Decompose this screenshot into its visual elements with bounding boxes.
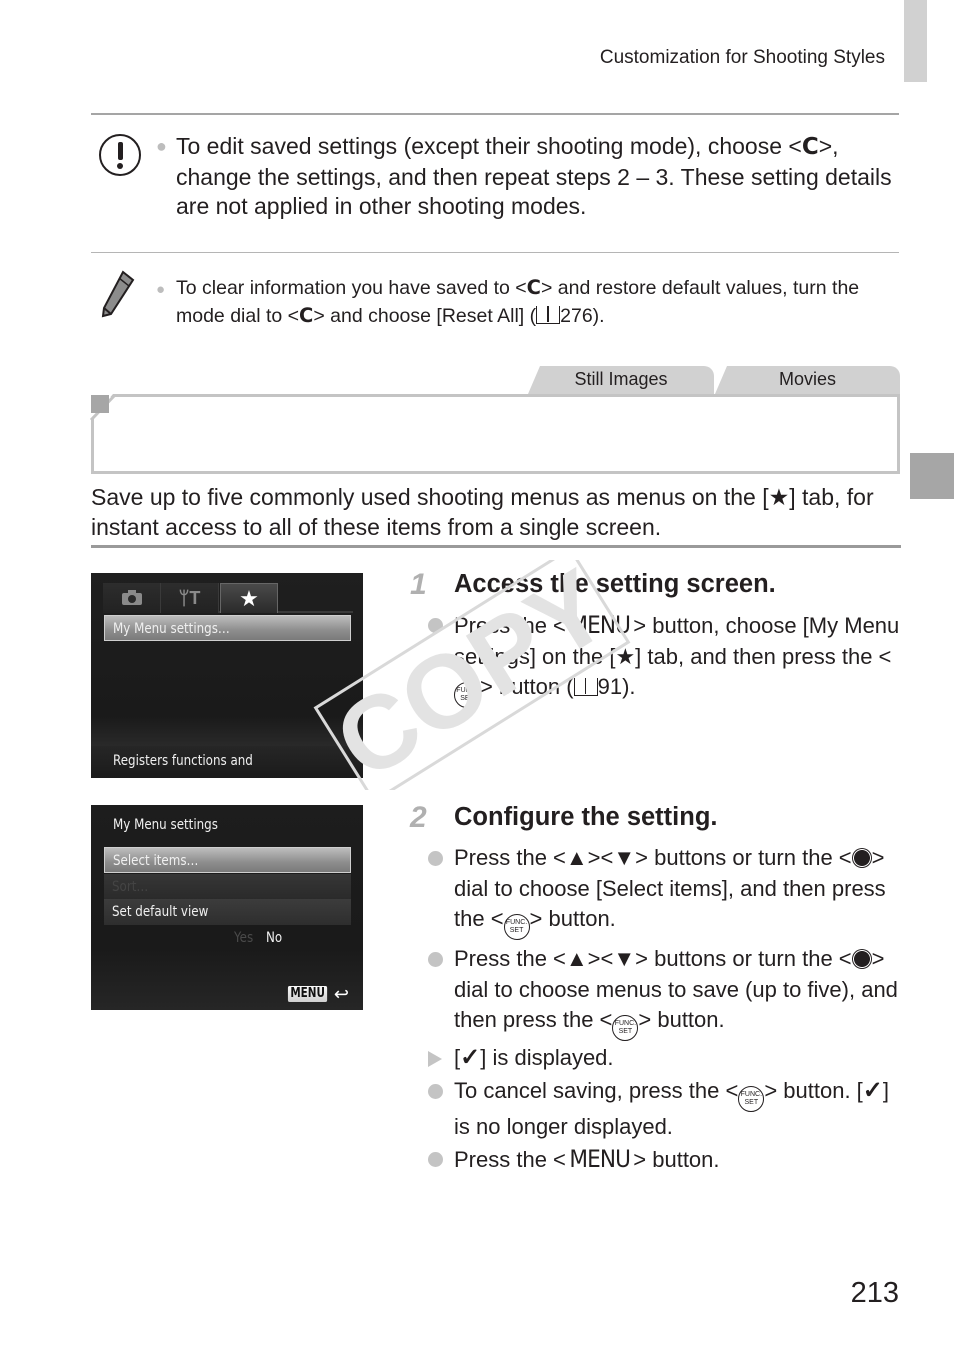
caution-text: ● To edit saved settings (except their s… — [156, 133, 892, 219]
step-number: 1 — [410, 568, 427, 601]
divider-rule — [91, 252, 899, 253]
list-item: Press the <▲><▼> buttons or turn the < > … — [428, 944, 904, 1041]
menu-item-sort: Sort… — [104, 874, 351, 900]
step-number: 2 — [410, 801, 427, 834]
book-reference-icon — [573, 678, 598, 696]
control-dial-icon — [851, 848, 872, 868]
func-set-button-icon: FUNC. SET — [454, 682, 480, 708]
header-rule — [91, 113, 899, 115]
section-heading-box — [91, 394, 900, 474]
back-arrow-icon: ↩ — [333, 984, 349, 1004]
tab-still-images: Still Images — [528, 366, 714, 394]
tools-icon: ᛘT — [161, 583, 219, 613]
chapter-index-tab — [910, 453, 954, 499]
up-arrow-icon: ▲ — [565, 946, 588, 971]
page-reference[interactable]: 91 — [598, 674, 622, 699]
bullet-dot: ● — [156, 136, 167, 156]
list-item: Press the < MENU > button, choose [My Menu… — [428, 610, 904, 708]
bullet-icon — [428, 1152, 443, 1167]
custom-mode-c-icon: C — [299, 304, 314, 327]
section-marker — [91, 395, 109, 413]
screen-title: My Menu settings — [113, 817, 218, 833]
page-number: 213 — [850, 1277, 899, 1309]
running-head: Customization for Shooting Styles — [599, 47, 885, 68]
func-set-button-icon: FUNC. SET — [612, 1015, 639, 1041]
checkmark-icon: ✓ — [862, 1076, 883, 1104]
list-item: To cancel saving, press the < FUNC. SET > b… — [428, 1076, 904, 1143]
bullet-icon — [428, 851, 443, 866]
tab-movies: Movies — [715, 366, 900, 394]
camera-icon — [103, 583, 161, 613]
page-reference[interactable]: 276 — [560, 305, 593, 327]
menu-item-select-items[interactable]: Select items… — [104, 847, 351, 873]
custom-mode-c-icon: C — [801, 134, 819, 160]
intro-rule — [91, 545, 901, 548]
bullet-icon — [428, 618, 443, 633]
help-text: Registers functions and — [91, 746, 363, 778]
star-tab-icon: ★ — [615, 643, 636, 669]
step-body: Press the <▲><▼> buttons or turn the < > … — [428, 843, 904, 1176]
func-set-button-icon: FUNC. SET — [503, 914, 530, 940]
down-arrow-icon: ▼ — [613, 845, 636, 870]
step-title: Configure the setting. — [454, 803, 718, 831]
pencil-icon — [101, 270, 135, 318]
control-dial-icon — [851, 949, 872, 969]
menu-button-icon: MENU — [569, 611, 631, 639]
chapter-edge-tab — [904, 0, 927, 82]
bullet-icon — [428, 952, 443, 967]
option-no[interactable]: No — [266, 925, 282, 951]
step-title: Access the setting screen. — [454, 570, 776, 598]
menu-button-icon: MENU — [569, 1145, 631, 1173]
menu-item-set-default-view[interactable]: Set default view Yes No — [104, 899, 351, 946]
custom-mode-c-icon: C — [526, 276, 541, 299]
option-yes[interactable]: Yes — [234, 925, 253, 951]
list-item-result: [✓] is displayed. — [428, 1043, 904, 1074]
menu-back-hint[interactable]: MENU ↩ — [283, 984, 349, 1004]
menu-item-my-menu-settings[interactable]: My Menu settings… — [104, 615, 351, 641]
book-reference-icon — [536, 306, 561, 324]
caution-exclamation-icon — [99, 134, 141, 176]
bullet-icon — [428, 1083, 443, 1099]
camera-screen-menu: ᛘT ★ My Menu settings… Registers functio… — [91, 573, 363, 778]
list-item: Press the <▲><▼> buttons or turn the < > … — [428, 843, 904, 940]
step-body: Press the < MENU > button, choose [My Menu… — [428, 610, 904, 708]
star-icon: ★ — [220, 583, 278, 613]
func-set-button-icon: FUNC. SET — [738, 1085, 765, 1112]
camera-screen-my-menu-settings: My Menu settings Select items… Sort… Set… — [91, 805, 363, 1010]
star-tab-icon: ★ — [768, 484, 790, 510]
up-arrow-icon: ▲ — [565, 845, 588, 870]
checkmark-icon: ✓ — [460, 1044, 481, 1071]
camera-menu-tabs: ᛘT ★ — [103, 583, 353, 613]
menu-button-icon: MENU — [287, 986, 327, 1002]
down-arrow-icon: ▼ — [613, 946, 636, 971]
section-intro: Save up to five commonly used shooting m… — [91, 484, 874, 540]
list-item: Press the < MENU > button. — [428, 1144, 904, 1176]
bullet-dot: ● — [156, 281, 166, 298]
result-arrow-icon — [428, 1051, 442, 1067]
memo-text: ● To clear information you have saved to… — [156, 276, 860, 327]
